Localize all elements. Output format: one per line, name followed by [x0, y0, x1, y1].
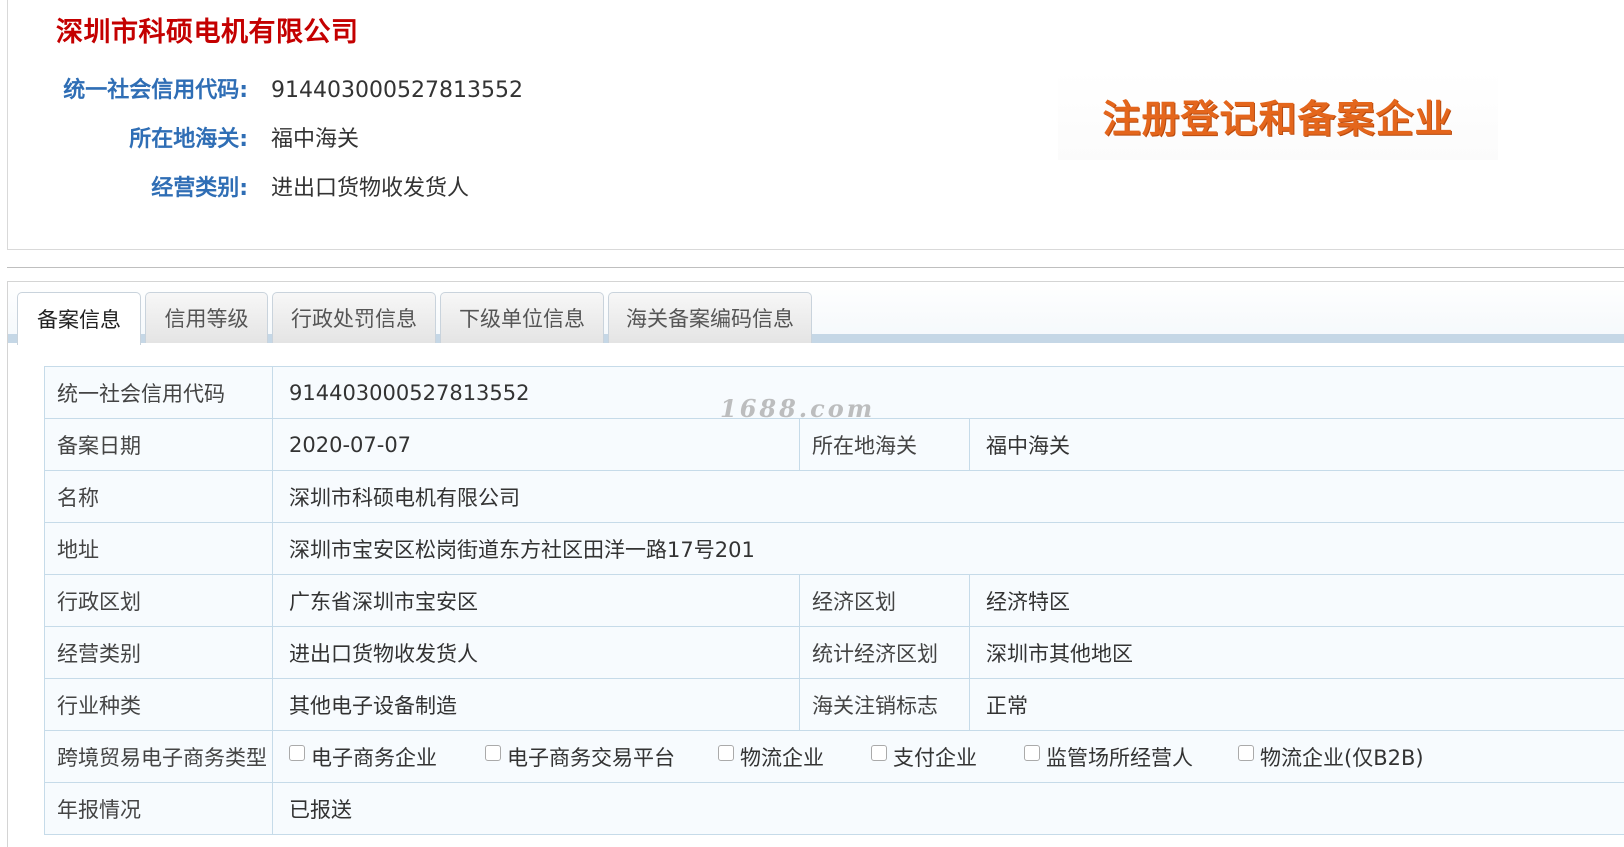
checkbox[interactable] — [1024, 744, 1040, 761]
admin-region-label: 行政区划 — [44, 574, 273, 627]
checkbox[interactable] — [871, 744, 887, 761]
tabs-card: 备案信息 信用等级 行政处罚信息 下级单位信息 海关备案编码信息 统一社会信用代… — [7, 281, 1624, 847]
table-row: 跨境贸易电子商务类型 电子商务企业 电子商务交易平台 物流企业 支付企业 监管场… — [44, 730, 1624, 783]
checkbox-label: 物流企业(仅B2B) — [1260, 745, 1424, 770]
ecommerce-type-label: 跨境贸易电子商务类型 — [44, 730, 273, 783]
credit-code-cell-label: 统一社会信用代码 — [44, 366, 273, 419]
admin-region-value: 广东省深圳市宝安区 — [272, 574, 800, 627]
tab-subordinate-units[interactable]: 下级单位信息 — [440, 292, 604, 343]
company-title: 深圳市科硕电机有限公司 — [56, 17, 359, 48]
checkbox-label: 电子商务交易平台 — [507, 745, 675, 770]
address-label: 地址 — [44, 522, 273, 575]
checkbox[interactable] — [718, 744, 734, 761]
ecommerce-option-platform[interactable]: 电子商务交易平台 — [485, 742, 718, 772]
checkbox-label: 支付企业 — [893, 745, 977, 770]
credit-code-cell-value: 914403000527813552 — [271, 366, 1624, 419]
ecommerce-option-supervision-operator[interactable]: 监管场所经营人 — [1024, 742, 1238, 772]
cancel-flag-value: 正常 — [968, 678, 1624, 731]
checkbox-label: 电子商务企业 — [311, 745, 437, 770]
registration-badge: 注册登记和备案企业 — [1058, 70, 1498, 160]
tab-strip: 备案信息 信用等级 行政处罚信息 下级单位信息 海关备案编码信息 — [8, 282, 1624, 345]
table-row: 行政区划 广东省深圳市宝安区 经济区划 经济特区 — [44, 574, 1624, 627]
economic-region-label: 经济区划 — [799, 574, 970, 627]
business-type-value: 进出口货物收发货人 — [271, 176, 470, 201]
checkbox[interactable] — [289, 744, 305, 761]
tab-admin-penalty[interactable]: 行政处罚信息 — [272, 292, 436, 343]
ecommerce-option-logistics-b2b[interactable]: 物流企业(仅B2B) — [1238, 742, 1424, 772]
checkbox[interactable] — [485, 744, 501, 761]
business-type-cell-value: 进出口货物收发货人 — [272, 626, 800, 679]
table-row: 行业种类 其他电子设备制造 海关注销标志 正常 — [44, 678, 1624, 731]
cancel-flag-label: 海关注销标志 — [799, 678, 970, 731]
ecommerce-type-options: 电子商务企业 电子商务交易平台 物流企业 支付企业 监管场所经营人 物流企业(仅… — [271, 730, 1624, 783]
record-date-value: 2020-07-07 — [272, 418, 800, 471]
annual-report-value: 已报送 — [271, 782, 1624, 835]
section-divider — [7, 267, 1624, 268]
business-type-cell-label: 经营类别 — [44, 626, 273, 679]
table-row: 地址 深圳市宝安区松岗街道东方社区田洋一路17号201 — [44, 522, 1624, 575]
registration-badge-text: 注册登记和备案企业 — [1102, 96, 1454, 141]
table-row: 备案日期 2020-07-07 所在地海关 福中海关 — [44, 418, 1624, 471]
name-value: 深圳市科硕电机有限公司 — [271, 470, 1624, 523]
table-row: 名称 深圳市科硕电机有限公司 — [44, 470, 1624, 523]
customs-value: 福中海关 — [271, 127, 360, 152]
table-row: 经营类别 进出口货物收发货人 统计经济区划 深圳市其他地区 — [44, 626, 1624, 679]
tab-credit-rating[interactable]: 信用等级 — [145, 292, 268, 343]
stat-region-label: 统计经济区划 — [799, 626, 970, 679]
page-root: 深圳市科硕电机有限公司 统一社会信用代码: 914403000527813552… — [0, 0, 1624, 847]
checkbox-label: 监管场所经营人 — [1046, 745, 1193, 770]
table-row: 年报情况 已报送 — [44, 782, 1624, 835]
stat-region-value: 深圳市其他地区 — [968, 626, 1624, 679]
ecommerce-checkbox-group: 电子商务企业 电子商务交易平台 物流企业 支付企业 监管场所经营人 物流企业(仅… — [289, 742, 1624, 772]
ecommerce-option-payment[interactable]: 支付企业 — [871, 742, 1024, 772]
ecommerce-option-logistics[interactable]: 物流企业 — [718, 742, 871, 772]
ecommerce-option-enterprise[interactable]: 电子商务企业 — [289, 742, 485, 772]
business-type-label: 经营类别: — [151, 176, 248, 201]
credit-code-label: 统一社会信用代码: — [63, 78, 248, 103]
customs-label: 所在地海关: — [129, 127, 248, 152]
name-label: 名称 — [44, 470, 273, 523]
industry-value: 其他电子设备制造 — [272, 678, 800, 731]
annual-report-label: 年报情况 — [44, 782, 273, 835]
customs-cell-label: 所在地海关 — [799, 418, 970, 471]
checkbox-label: 物流企业 — [740, 745, 824, 770]
credit-code-value: 914403000527813552 — [271, 78, 523, 103]
tab-record-info[interactable]: 备案信息 — [17, 292, 141, 345]
company-header-card: 深圳市科硕电机有限公司 统一社会信用代码: 914403000527813552… — [7, 0, 1624, 250]
address-value: 深圳市宝安区松岗街道东方社区田洋一路17号201 — [271, 522, 1624, 575]
customs-cell-value: 福中海关 — [968, 418, 1624, 471]
tab-customs-code-info[interactable]: 海关备案编码信息 — [608, 292, 812, 343]
record-date-label: 备案日期 — [44, 418, 273, 471]
site-watermark: 1688.com — [720, 394, 876, 423]
industry-label: 行业种类 — [44, 678, 273, 731]
record-info-table: 统一社会信用代码 914403000527813552 备案日期 2020-07… — [44, 366, 1624, 835]
checkbox[interactable] — [1238, 744, 1254, 761]
economic-region-value: 经济特区 — [968, 574, 1624, 627]
